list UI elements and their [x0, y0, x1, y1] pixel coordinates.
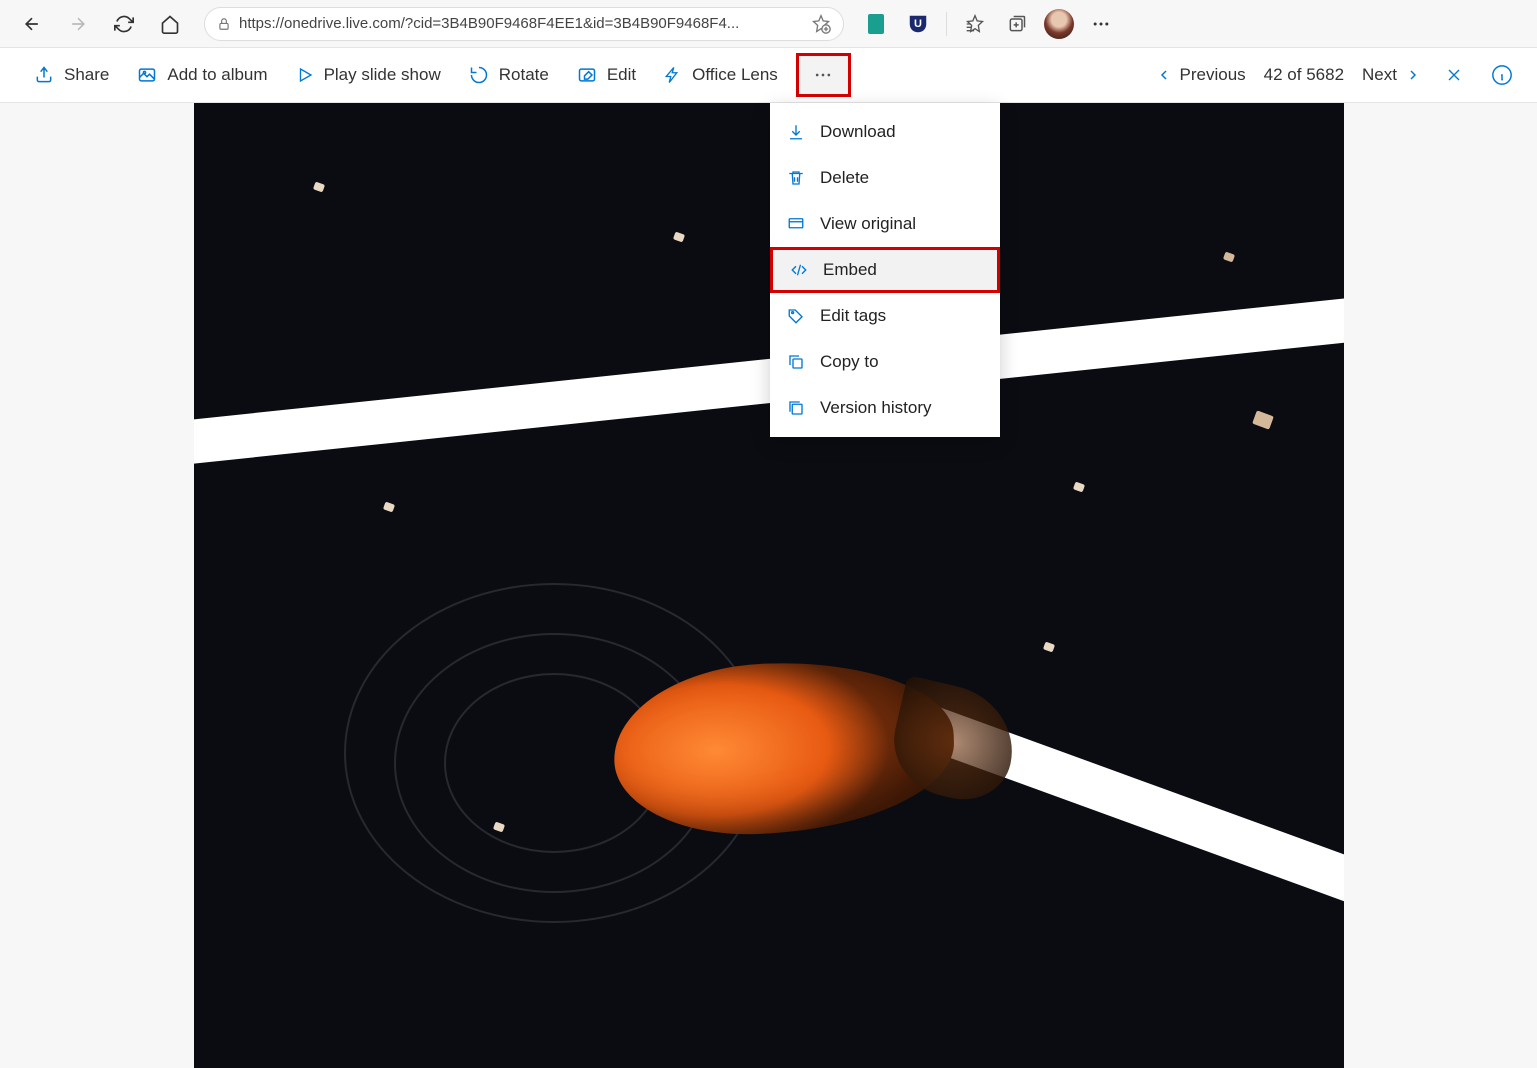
share-button[interactable]: Share [20, 53, 123, 97]
favorites-button[interactable] [957, 6, 993, 42]
more-actions-button[interactable] [796, 53, 851, 97]
menu-embed[interactable]: Embed [770, 247, 1000, 293]
url-text: https://onedrive.live.com/?cid=3B4B90F94… [239, 15, 803, 32]
menu-version-history[interactable]: Version history [770, 385, 1000, 431]
previous-label: Previous [1180, 65, 1246, 85]
play-slideshow-label: Play slide show [324, 65, 441, 85]
lock-icon [217, 16, 231, 32]
add-favorite-icon[interactable] [811, 14, 831, 34]
menu-delete-label: Delete [820, 168, 869, 188]
photo-viewer[interactable] [194, 103, 1344, 1068]
office-lens-label: Office Lens [692, 65, 778, 85]
photo-decoration [194, 275, 1344, 475]
back-button[interactable] [12, 4, 52, 44]
separator [946, 12, 947, 36]
next-button[interactable]: Next [1362, 65, 1421, 85]
menu-edit-tags[interactable]: Edit tags [770, 293, 1000, 339]
copy-icon [786, 353, 806, 371]
rotate-label: Rotate [499, 65, 549, 85]
refresh-button[interactable] [104, 4, 144, 44]
menu-copy-to[interactable]: Copy to [770, 339, 1000, 385]
menu-download[interactable]: Download [770, 109, 1000, 155]
menu-copy-to-label: Copy to [820, 352, 879, 372]
menu-edit-tags-label: Edit tags [820, 306, 886, 326]
edit-button[interactable]: Edit [563, 53, 650, 97]
edit-label: Edit [607, 65, 636, 85]
address-bar[interactable]: https://onedrive.live.com/?cid=3B4B90F94… [204, 7, 844, 41]
play-slideshow-button[interactable]: Play slide show [282, 53, 455, 97]
next-label: Next [1362, 65, 1397, 85]
onedrive-toolbar: Share Add to album Play slide show Rotat… [0, 48, 1537, 103]
menu-version-history-label: Version history [820, 398, 932, 418]
menu-delete[interactable]: Delete [770, 155, 1000, 201]
info-button[interactable] [1487, 60, 1517, 90]
menu-download-label: Download [820, 122, 896, 142]
view-original-icon [786, 215, 806, 233]
ublock-extension-icon[interactable]: U [900, 6, 936, 42]
menu-view-original-label: View original [820, 214, 916, 234]
download-icon [786, 123, 806, 141]
image-counter: 42 of 5682 [1264, 65, 1344, 85]
reader-extension-icon[interactable] [858, 6, 894, 42]
menu-view-original[interactable]: View original [770, 201, 1000, 247]
add-to-album-label: Add to album [167, 65, 267, 85]
add-to-album-button[interactable]: Add to album [123, 53, 281, 97]
close-button[interactable] [1439, 60, 1469, 90]
browser-chrome: https://onedrive.live.com/?cid=3B4B90F94… [0, 0, 1537, 48]
trash-icon [786, 169, 806, 187]
home-button[interactable] [150, 4, 190, 44]
previous-button[interactable]: Previous [1156, 65, 1246, 85]
forward-button[interactable] [58, 4, 98, 44]
menu-embed-label: Embed [823, 260, 877, 280]
version-history-icon [786, 399, 806, 417]
tag-icon [786, 307, 806, 325]
content-area: Download Delete View original Embed Edit… [0, 103, 1537, 1068]
rotate-button[interactable]: Rotate [455, 53, 563, 97]
profile-avatar[interactable] [1041, 6, 1077, 42]
collections-button[interactable] [999, 6, 1035, 42]
embed-icon [789, 261, 809, 279]
browser-more-button[interactable] [1083, 6, 1119, 42]
share-label: Share [64, 65, 109, 85]
office-lens-button[interactable]: Office Lens [650, 53, 792, 97]
svg-text:U: U [914, 17, 922, 29]
more-actions-menu: Download Delete View original Embed Edit… [770, 103, 1000, 437]
